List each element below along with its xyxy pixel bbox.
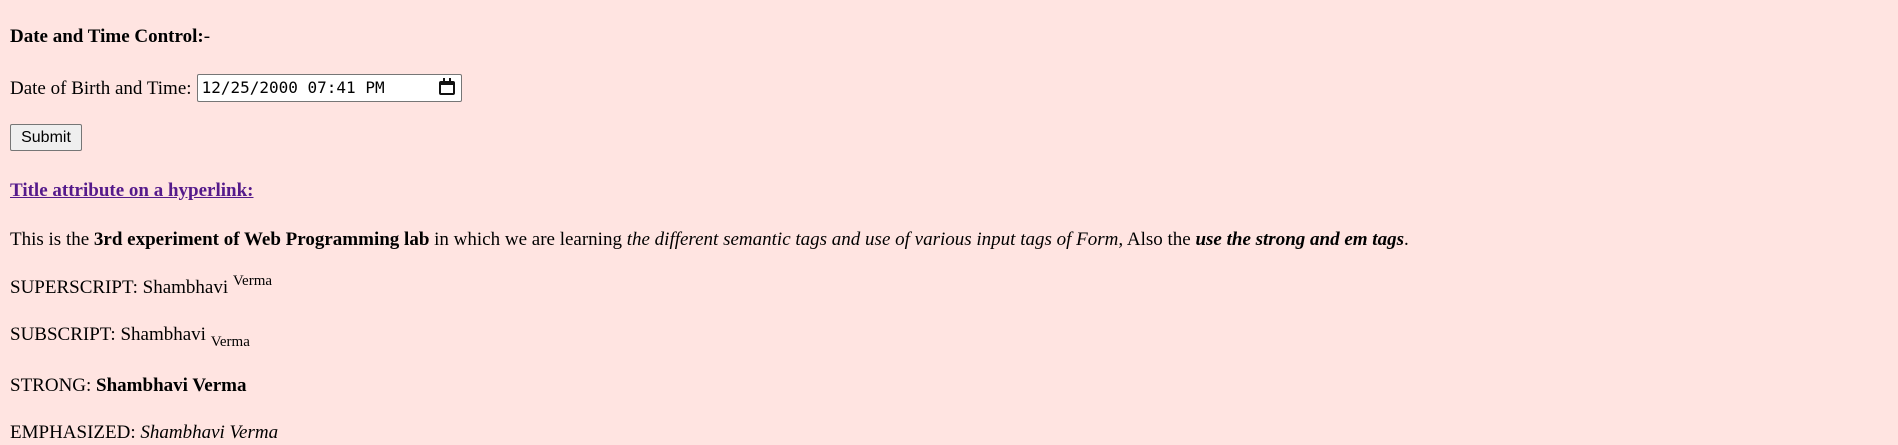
- para-text-4: .: [1403, 229, 1409, 250]
- link-row: Title attribute on a hyperlink:: [10, 181, 254, 200]
- subscript-label: SUBSCRIPT: Shambhavi: [10, 324, 211, 345]
- heading-suffix: -: [203, 26, 211, 47]
- para-bold-italic: use the strong and em tags: [1195, 229, 1404, 250]
- emphasized-row: EMPHASIZED: Shambhavi Verma: [10, 423, 278, 442]
- superscript-row: SUPERSCRIPT: Shambhavi Verma: [10, 274, 272, 298]
- description-paragraph: This is the 3rd experiment of Web Progra…: [10, 230, 1409, 249]
- para-bold: 3rd experiment of Web Programming lab: [93, 229, 430, 250]
- dob-row: Date of Birth and Time: 12/25/2000 07:41…: [10, 74, 462, 102]
- para-text-3: Also the: [1123, 229, 1196, 250]
- para-italic: the different semantic tags and use of v…: [626, 229, 1124, 250]
- para-text-2: in which we are learning: [429, 229, 627, 250]
- subscript-row: SUBSCRIPT: Shambhavi Verma: [10, 324, 250, 350]
- superscript-text: Verma: [232, 273, 273, 289]
- superscript-label: SUPERSCRIPT: Shambhavi: [10, 277, 233, 298]
- subscript-text: Verma: [210, 334, 250, 350]
- datetime-input[interactable]: 12/25/2000 07:41 PM: [196, 74, 462, 102]
- strong-row: STRONG: Shambhavi Verma: [10, 376, 247, 395]
- title-attribute-link[interactable]: Title attribute on a hyperlink:: [10, 180, 254, 201]
- datetime-value[interactable]: 12/25/2000 07:41 PM: [202, 80, 385, 96]
- strong-value: Shambhavi Verma: [96, 375, 247, 396]
- emphasized-label: EMPHASIZED:: [10, 422, 141, 443]
- heading-text: Date and Time Control:: [10, 26, 204, 47]
- datetime-heading: Date and Time Control:-: [10, 27, 210, 46]
- emphasized-value: Shambhavi Verma: [140, 422, 279, 443]
- submit-button[interactable]: Submit: [10, 124, 82, 151]
- dob-label: Date of Birth and Time:: [10, 77, 192, 99]
- strong-label: STRONG:: [10, 375, 97, 396]
- para-text-1: This is the: [10, 229, 94, 250]
- calendar-icon[interactable]: [438, 78, 455, 95]
